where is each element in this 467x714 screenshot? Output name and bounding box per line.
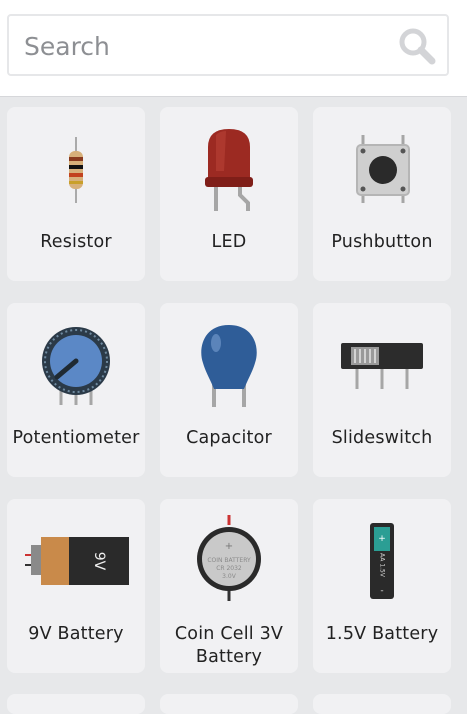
pushbutton-icon [356,135,410,203]
component-tile-coin-cell-battery[interactable]: + COIN BATTERY CR 2032 3.0V Coin Cell 3V… [160,499,298,673]
component-tile-partial[interactable] [313,694,451,714]
component-tile-potentiometer[interactable]: Potentiometer [7,303,145,477]
capacitor-icon [201,325,257,407]
plus-symbol: + [225,541,233,552]
component-tile-9v-battery[interactable]: 9V 9V Battery [7,499,145,673]
component-tile-capacitor[interactable]: Capacitor [160,303,298,477]
coin-marking-line: COIN BATTERY [207,557,251,564]
component-label: Capacitor [186,428,272,448]
component-label: Resistor [40,232,112,252]
resistor-icon [69,137,83,203]
component-tile-partial[interactable] [7,694,145,714]
component-label: Potentiometer [12,428,140,448]
component-label: Coin Cell 3V Battery [174,624,284,667]
battery-9v-icon: 9V [25,537,129,585]
component-tile-partial[interactable] [160,694,298,714]
component-label: 1.5V Battery [325,624,439,644]
component-label: 9V Battery [28,624,124,644]
minus-symbol: - [380,586,383,596]
aa-battery-icon: + AA 1.5V - [370,523,394,599]
coin-cell-battery-icon: + COIN BATTERY CR 2032 3.0V [197,515,261,601]
component-tile-aa-battery[interactable]: + AA 1.5V - 1.5V Battery [313,499,451,673]
search-box[interactable] [7,14,449,76]
component-label: Pushbutton [331,232,433,252]
search-icon[interactable] [397,26,437,66]
plus-symbol: + [378,534,386,544]
search-input[interactable] [22,24,396,68]
component-tile-led[interactable]: LED [160,107,298,281]
component-label: Slideswitch [331,428,433,448]
search-bar [0,0,467,97]
slideswitch-icon [341,343,423,389]
component-tile-pushbutton[interactable]: Pushbutton [313,107,451,281]
component-tile-slideswitch[interactable]: Slideswitch [313,303,451,477]
led-icon [205,129,253,211]
potentiometer-icon [42,327,110,405]
coin-marking-line: 3.0V [222,573,237,580]
component-tile-resistor[interactable]: Resistor [7,107,145,281]
battery-marking: AA 1.5V [379,553,386,578]
battery-marking: 9V [91,552,107,571]
component-label: LED [211,232,247,252]
coin-marking-line: CR 2032 [216,565,242,572]
